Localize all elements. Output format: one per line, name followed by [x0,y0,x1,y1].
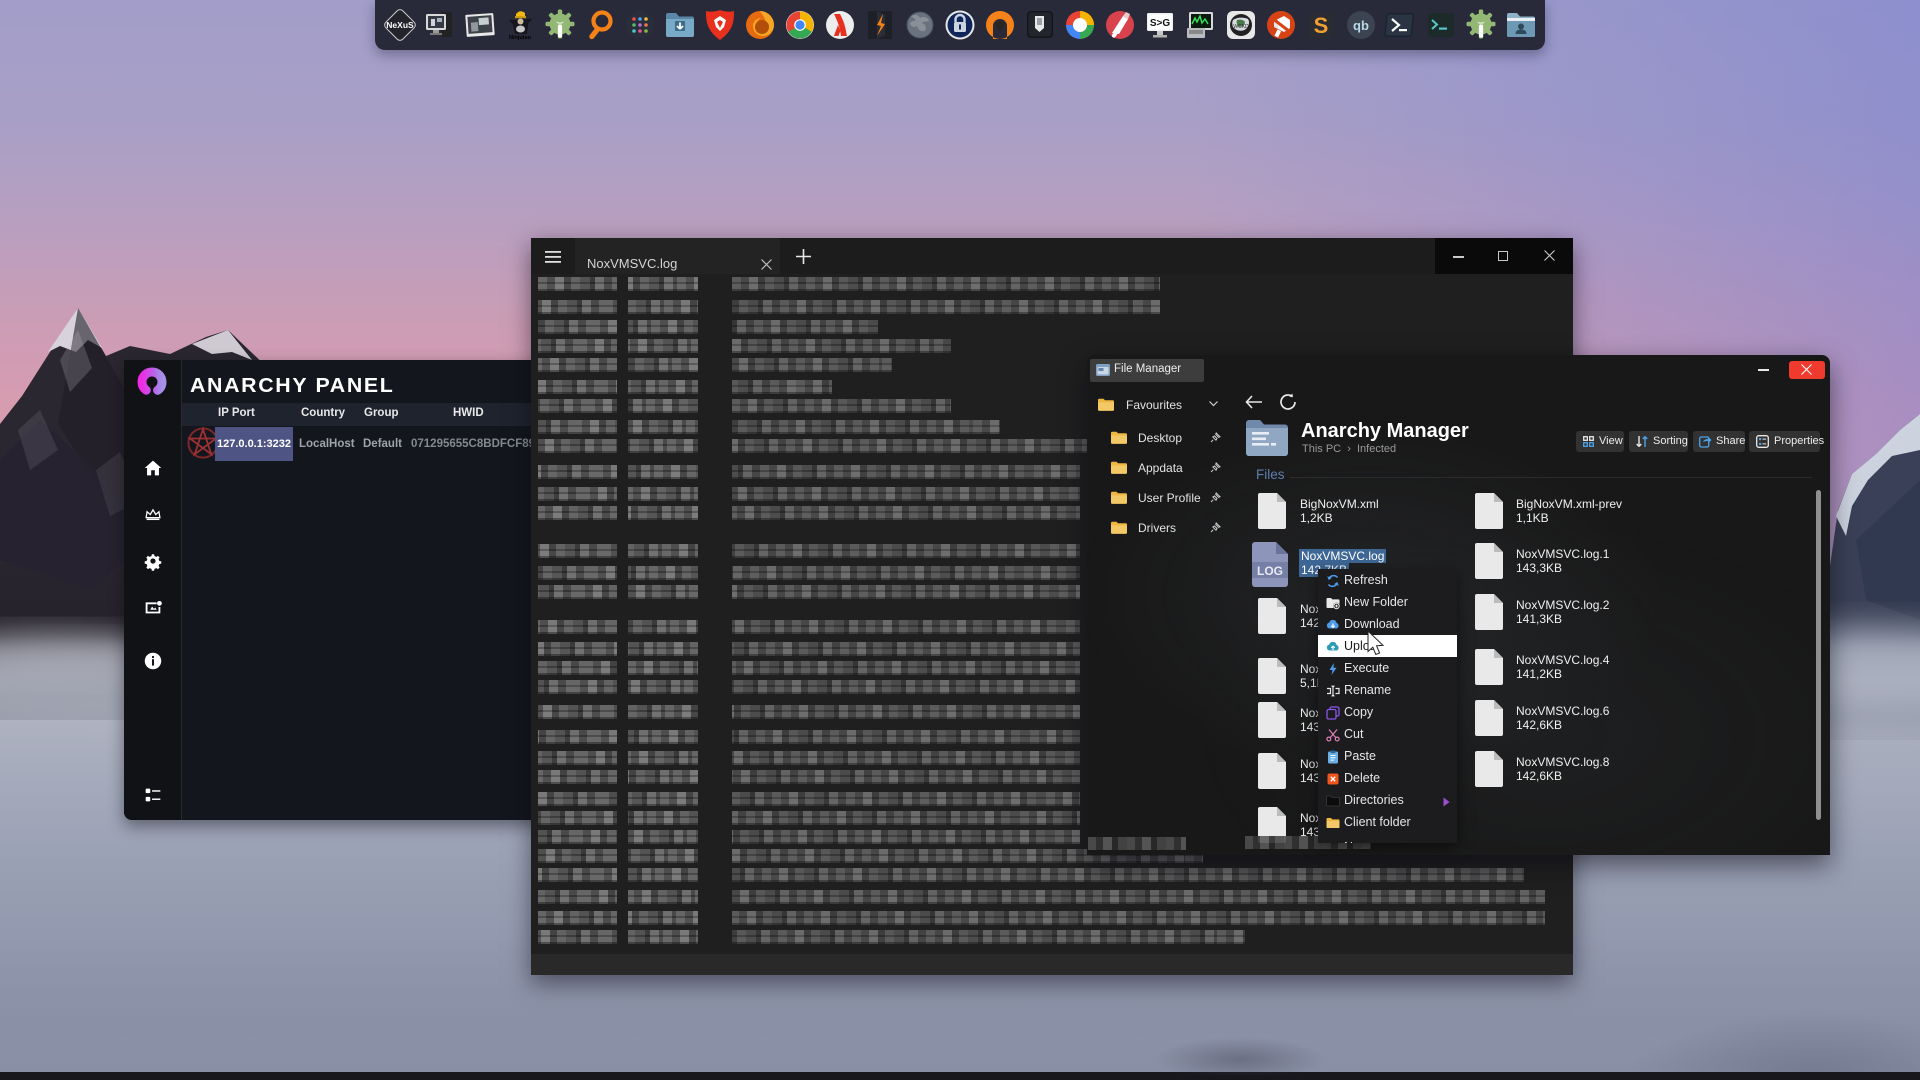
svg-text:LOG: LOG [1257,564,1283,578]
svg-text:WCKD: WCKD [1233,24,1249,30]
svg-text:S: S [1314,13,1329,38]
svg-text:Ninjutsu: Ninjutsu [509,35,531,41]
svg-text:NeXuS: NeXuS [386,20,414,30]
svg-text:S>G: S>G [1150,18,1171,29]
svg-text:qb: qb [1353,18,1369,33]
